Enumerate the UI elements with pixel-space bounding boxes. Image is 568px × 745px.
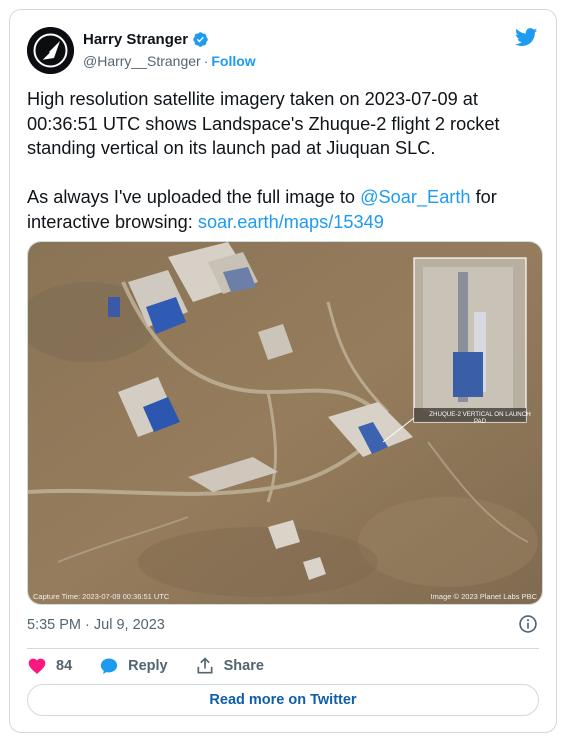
follow-button[interactable]: Follow bbox=[211, 53, 255, 69]
tweet-card: Harry Stranger @Harry__Stranger · Follow H… bbox=[9, 9, 557, 733]
tweet-paragraph-2: As always I've uploaded the full image t… bbox=[27, 185, 542, 234]
capture-time-caption: Capture Time: 2023-07-09 00:36:51 UTC bbox=[33, 592, 170, 601]
like-button[interactable]: 84 bbox=[27, 656, 72, 676]
satellite-image[interactable]: ZHUQUE-2 VERTICAL ON LAUNCH PAD Capture … bbox=[27, 241, 543, 605]
separator-dot: · bbox=[203, 53, 209, 69]
mention-link[interactable]: @Soar_Earth bbox=[360, 187, 470, 207]
like-count: 84 bbox=[56, 658, 73, 674]
reply-bubble-icon bbox=[100, 658, 118, 674]
author-handle[interactable]: @Harry__Stranger bbox=[83, 53, 201, 69]
info-icon[interactable] bbox=[518, 614, 538, 634]
inset-caption: ZHUQUE-2 VERTICAL ON LAUNCH PAD bbox=[429, 411, 531, 425]
reply-label: Reply bbox=[128, 658, 168, 674]
rocket-logo-icon bbox=[27, 27, 74, 74]
read-more-button[interactable]: Read more on Twitter bbox=[27, 684, 539, 716]
author-name[interactable]: Harry Stranger bbox=[83, 31, 188, 48]
tweet-timestamp[interactable]: 5:35 PM · Jul 9, 2023 bbox=[27, 617, 165, 633]
heart-icon bbox=[28, 658, 46, 674]
soar-map-link[interactable]: soar.earth/maps/15349 bbox=[198, 212, 384, 232]
tweet-text: High resolution satellite imagery taken … bbox=[27, 87, 542, 234]
tweet-paragraph-1: High resolution satellite imagery taken … bbox=[27, 89, 500, 158]
twitter-bird-icon[interactable] bbox=[514, 26, 539, 48]
reply-button[interactable]: Reply bbox=[99, 656, 168, 676]
share-button[interactable]: Share bbox=[195, 656, 264, 676]
action-bar: 84 Reply Share bbox=[27, 655, 291, 677]
avatar[interactable] bbox=[27, 27, 74, 74]
divider bbox=[27, 648, 539, 649]
verified-badge-icon bbox=[193, 32, 208, 47]
share-label: Share bbox=[223, 658, 264, 674]
author-handle-row: @Harry__Stranger · Follow bbox=[83, 53, 256, 69]
paragraph-2-prefix: As always I've uploaded the full image t… bbox=[27, 187, 361, 207]
share-icon bbox=[197, 657, 213, 674]
copyright-caption: Image © 2023 Planet Labs PBC bbox=[430, 592, 537, 601]
